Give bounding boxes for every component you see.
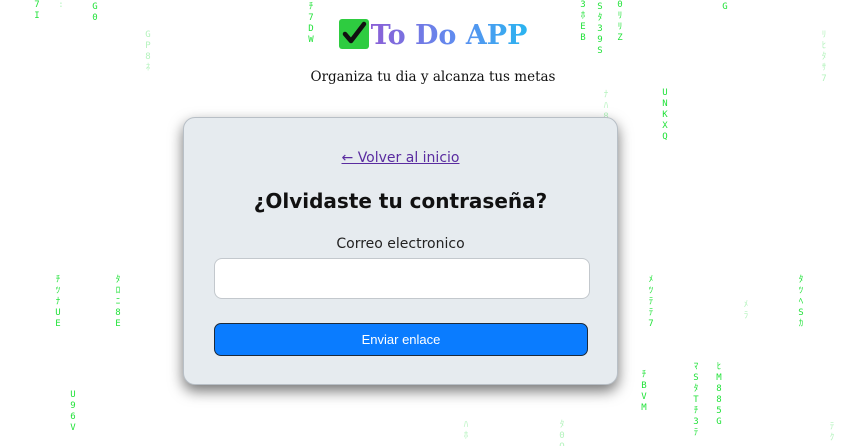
rain-column: :	[58, 0, 64, 10]
app-title-text: To Do APP	[371, 14, 528, 58]
email-field[interactable]	[214, 258, 590, 299]
check-mark-icon	[338, 19, 369, 49]
rain-column: U 9 6 V	[70, 390, 76, 433]
rain-column: ﾁ B V M	[641, 370, 647, 413]
app-subtitle: Organiza tu dia y alcanza tus metas	[310, 69, 556, 85]
rain-column: ﾒ ﾗ	[743, 300, 749, 321]
forgot-password-card: ← Volver al inicio ¿Olvidaste tu contras…	[183, 117, 618, 385]
rain-column: ﾁ ﾂ ﾅ U E	[55, 275, 61, 329]
email-field-label: Correo electronico	[336, 236, 465, 252]
rain-column: ﾋ M 8 8 5 G	[716, 362, 722, 427]
rain-column: ﾃ ｸ	[829, 422, 835, 443]
back-to-home-link[interactable]: ← Volver al inicio	[184, 150, 617, 166]
app-title: To Do APP	[338, 14, 528, 58]
rain-column: ﾀ ﾂ ﾍ S ｶ	[798, 275, 804, 329]
rain-column: U N K X Q	[662, 88, 668, 142]
rain-column: ﾏ S ﾀ T ﾁ 3 ﾃ	[693, 362, 699, 438]
rain-column: ﾒ ﾂ ﾃ ﾃ 7	[648, 275, 654, 329]
rain-column: ﾀ ﾛ ﾆ 8 E	[115, 275, 121, 329]
forgot-password-heading: ¿Olvidaste tu contraseña?	[253, 189, 548, 213]
rain-column: G	[722, 2, 728, 12]
rain-column: ﾊ ﾎ	[463, 420, 469, 441]
send-link-button[interactable]: Enviar enlace	[214, 323, 588, 356]
rain-column: ﾀ 0 Q	[559, 420, 565, 446]
app-header: To Do APP Organiza tu dia y alcanza tus …	[0, 14, 866, 85]
